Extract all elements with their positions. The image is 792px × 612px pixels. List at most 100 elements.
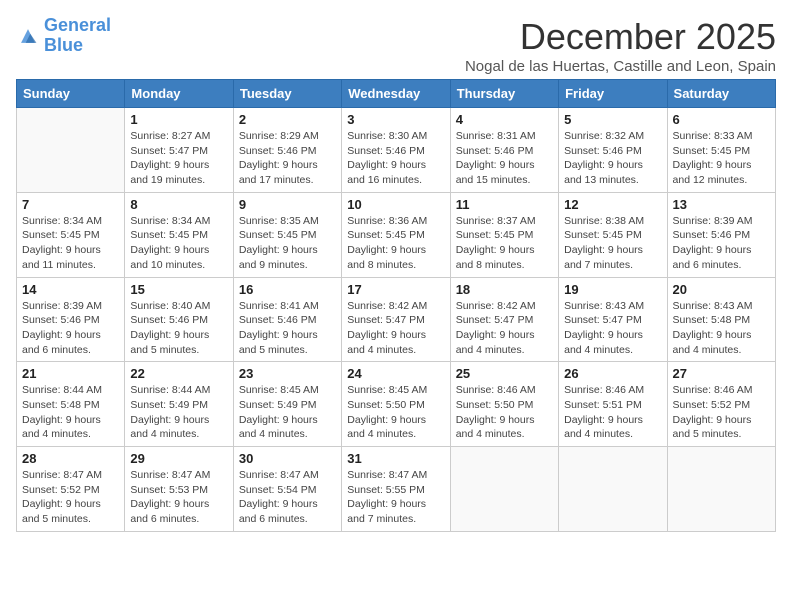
day-info: Sunrise: 8:27 AMSunset: 5:47 PMDaylight:… [130, 129, 227, 188]
day-info: Sunrise: 8:46 AMSunset: 5:51 PMDaylight:… [564, 383, 661, 442]
weekday-header: Monday [125, 80, 233, 108]
calendar-cell: 18 Sunrise: 8:42 AMSunset: 5:47 PMDayligh… [450, 277, 558, 362]
calendar-cell: 30Sunrise: 8:47 AMSunset: 5:54 PMDayligh… [233, 447, 341, 532]
month-title: December 2025 [465, 16, 776, 58]
weekday-header: Thursday [450, 80, 558, 108]
calendar-cell: 23 Sunrise: 8:45 AMSunset: 5:49 PMDayligh… [233, 362, 341, 447]
day-info: Sunrise: 8:38 AMSunset: 5:45 PMDaylight:… [564, 214, 661, 273]
day-info: Sunrise: 8:41 AMSunset: 5:46 PMDaylight:… [239, 299, 336, 358]
page-header: General Blue December 2025 Nogal de las … [16, 16, 776, 75]
day-info: Sunrise: 8:40 AMSunset: 5:46 PMDaylight:… [130, 299, 227, 358]
calendar-week-row: 7 Sunrise: 8:34 AMSunset: 5:45 PMDaylight… [17, 192, 776, 277]
day-info: Sunrise: 8:39 AMSunset: 5:46 PMDaylight:… [673, 214, 770, 273]
day-info: Sunrise: 8:31 AMSunset: 5:46 PMDaylight:… [456, 129, 553, 188]
day-info: Sunrise: 8:34 AMSunset: 5:45 PMDaylight:… [22, 214, 119, 273]
calendar-cell: 31 Sunrise: 8:47 AMSunset: 5:55 PMDayligh… [342, 447, 450, 532]
calendar-week-row: 28Sunrise: 8:47 AMSunset: 5:52 PMDayligh… [17, 447, 776, 532]
day-info: Sunrise: 8:37 AMSunset: 5:45 PMDaylight:… [456, 214, 553, 273]
day-number: 29 [130, 451, 227, 466]
day-number: 17 [347, 282, 444, 297]
day-info: Sunrise: 8:42 AMSunset: 5:47 PMDaylight:… [456, 299, 553, 358]
title-block: December 2025 Nogal de las Huertas, Cast… [465, 16, 776, 75]
calendar-table: SundayMondayTuesdayWednesdayThursdayFrid… [16, 79, 776, 532]
calendar-cell: 13Sunrise: 8:39 AMSunset: 5:46 PMDayligh… [667, 192, 775, 277]
day-number: 19 [564, 282, 661, 297]
day-number: 20 [673, 282, 770, 297]
day-number: 12 [564, 197, 661, 212]
day-info: Sunrise: 8:46 AMSunset: 5:50 PMDaylight:… [456, 383, 553, 442]
calendar-week-row: 1 Sunrise: 8:27 AMSunset: 5:47 PMDaylight… [17, 108, 776, 193]
day-info: Sunrise: 8:44 AMSunset: 5:49 PMDaylight:… [130, 383, 227, 442]
day-info: Sunrise: 8:46 AMSunset: 5:52 PMDaylight:… [673, 383, 770, 442]
calendar-cell: 22 Sunrise: 8:44 AMSunset: 5:49 PMDayligh… [125, 362, 233, 447]
day-number: 16 [239, 282, 336, 297]
weekday-header: Wednesday [342, 80, 450, 108]
weekday-header: Saturday [667, 80, 775, 108]
day-info: Sunrise: 8:30 AMSunset: 5:46 PMDaylight:… [347, 129, 444, 188]
calendar-cell: 17 Sunrise: 8:42 AMSunset: 5:47 PMDayligh… [342, 277, 450, 362]
day-number: 5 [564, 112, 661, 127]
day-number: 27 [673, 366, 770, 381]
day-info: Sunrise: 8:39 AMSunset: 5:46 PMDaylight:… [22, 299, 119, 358]
day-number: 14 [22, 282, 119, 297]
day-info: Sunrise: 8:42 AMSunset: 5:47 PMDaylight:… [347, 299, 444, 358]
calendar-cell: 6 Sunrise: 8:33 AMSunset: 5:45 PMDaylight… [667, 108, 775, 193]
day-number: 7 [22, 197, 119, 212]
day-info: Sunrise: 8:43 AMSunset: 5:48 PMDaylight:… [673, 299, 770, 358]
calendar-cell: 10Sunrise: 8:36 AMSunset: 5:45 PMDayligh… [342, 192, 450, 277]
day-info: Sunrise: 8:45 AMSunset: 5:50 PMDaylight:… [347, 383, 444, 442]
calendar-cell: 25 Sunrise: 8:46 AMSunset: 5:50 PMDayligh… [450, 362, 558, 447]
calendar-cell [450, 447, 558, 532]
weekday-header: Friday [559, 80, 667, 108]
day-number: 3 [347, 112, 444, 127]
day-info: Sunrise: 8:29 AMSunset: 5:46 PMDaylight:… [239, 129, 336, 188]
calendar-cell: 12 Sunrise: 8:38 AMSunset: 5:45 PMDayligh… [559, 192, 667, 277]
logo: General Blue [16, 16, 111, 56]
day-number: 15 [130, 282, 227, 297]
day-number: 6 [673, 112, 770, 127]
day-number: 25 [456, 366, 553, 381]
calendar-cell: 15 Sunrise: 8:40 AMSunset: 5:46 PMDayligh… [125, 277, 233, 362]
day-number: 22 [130, 366, 227, 381]
day-number: 4 [456, 112, 553, 127]
day-info: Sunrise: 8:32 AMSunset: 5:46 PMDaylight:… [564, 129, 661, 188]
calendar-cell [17, 108, 125, 193]
calendar-cell: 9 Sunrise: 8:35 AMSunset: 5:45 PMDaylight… [233, 192, 341, 277]
calendar-cell: 7 Sunrise: 8:34 AMSunset: 5:45 PMDaylight… [17, 192, 125, 277]
day-info: Sunrise: 8:34 AMSunset: 5:45 PMDaylight:… [130, 214, 227, 273]
day-number: 21 [22, 366, 119, 381]
calendar-header-row: SundayMondayTuesdayWednesdayThursdayFrid… [17, 80, 776, 108]
day-info: Sunrise: 8:47 AMSunset: 5:54 PMDaylight:… [239, 468, 336, 527]
calendar-cell: 2Sunrise: 8:29 AMSunset: 5:46 PMDaylight… [233, 108, 341, 193]
calendar-cell: 11 Sunrise: 8:37 AMSunset: 5:45 PMDayligh… [450, 192, 558, 277]
day-number: 23 [239, 366, 336, 381]
calendar-cell [559, 447, 667, 532]
calendar-cell: 28Sunrise: 8:47 AMSunset: 5:52 PMDayligh… [17, 447, 125, 532]
day-info: Sunrise: 8:47 AMSunset: 5:52 PMDaylight:… [22, 468, 119, 527]
day-info: Sunrise: 8:45 AMSunset: 5:49 PMDaylight:… [239, 383, 336, 442]
calendar-cell: 21 Sunrise: 8:44 AMSunset: 5:48 PMDayligh… [17, 362, 125, 447]
day-number: 26 [564, 366, 661, 381]
day-info: Sunrise: 8:35 AMSunset: 5:45 PMDaylight:… [239, 214, 336, 273]
day-number: 8 [130, 197, 227, 212]
day-info: Sunrise: 8:47 AMSunset: 5:55 PMDaylight:… [347, 468, 444, 527]
day-number: 31 [347, 451, 444, 466]
day-number: 18 [456, 282, 553, 297]
calendar-cell: 4 Sunrise: 8:31 AMSunset: 5:46 PMDaylight… [450, 108, 558, 193]
day-number: 9 [239, 197, 336, 212]
day-info: Sunrise: 8:44 AMSunset: 5:48 PMDaylight:… [22, 383, 119, 442]
calendar-cell: 24Sunrise: 8:45 AMSunset: 5:50 PMDayligh… [342, 362, 450, 447]
day-number: 11 [456, 197, 553, 212]
calendar-cell: 29Sunrise: 8:47 AMSunset: 5:53 PMDayligh… [125, 447, 233, 532]
day-info: Sunrise: 8:43 AMSunset: 5:47 PMDaylight:… [564, 299, 661, 358]
day-info: Sunrise: 8:36 AMSunset: 5:45 PMDaylight:… [347, 214, 444, 273]
calendar-week-row: 21 Sunrise: 8:44 AMSunset: 5:48 PMDayligh… [17, 362, 776, 447]
calendar-cell: 5 Sunrise: 8:32 AMSunset: 5:46 PMDaylight… [559, 108, 667, 193]
day-number: 1 [130, 112, 227, 127]
location-subtitle: Nogal de las Huertas, Castille and Leon,… [465, 58, 776, 75]
day-info: Sunrise: 8:33 AMSunset: 5:45 PMDaylight:… [673, 129, 770, 188]
weekday-header: Tuesday [233, 80, 341, 108]
calendar-cell [667, 447, 775, 532]
calendar-cell: 8 Sunrise: 8:34 AMSunset: 5:45 PMDaylight… [125, 192, 233, 277]
logo-text: General Blue [44, 16, 111, 56]
